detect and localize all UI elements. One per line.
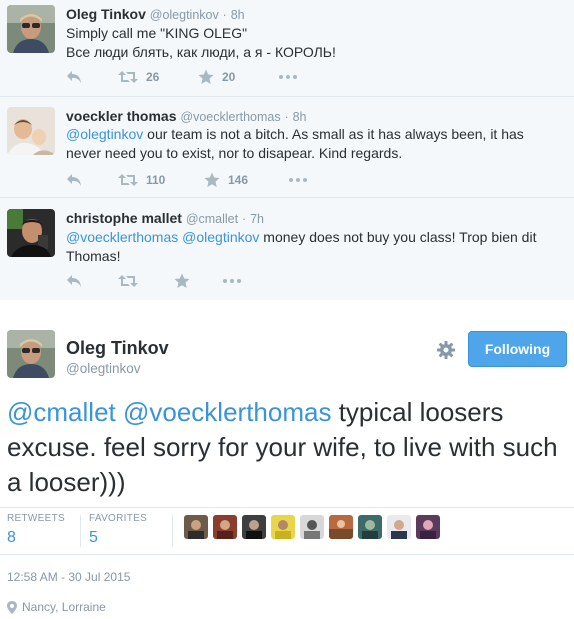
retweets-label: RETWEETS <box>7 513 65 524</box>
reply-button[interactable] <box>66 274 118 288</box>
following-button[interactable]: Following <box>468 331 567 367</box>
favorite-icon <box>174 273 190 288</box>
permalink-tweet: Oleg Tinkov @olegtinkov Following @cmall… <box>0 300 574 619</box>
separator-dot: · <box>222 8 227 22</box>
retweet-button[interactable]: 110 <box>118 173 204 187</box>
avatar[interactable] <box>242 515 266 539</box>
tweet-line: Все люди блять, как люди, а я - КОРОЛЬ! <box>66 44 336 60</box>
tweet-line: Simply call me "KING OLEG" <box>66 25 248 41</box>
tweet-time[interactable]: 8h <box>293 110 307 124</box>
favorites-label: FAVORITES <box>89 513 148 524</box>
more-icon <box>289 178 307 182</box>
thread-tweet-3[interactable]: christophe mallet @cmallet · 7h @voeckle… <box>0 198 574 300</box>
retweets-stat[interactable]: RETWEETS 8 <box>7 513 65 547</box>
favorite-icon <box>198 69 214 84</box>
location-label: Nancy, Lorraine <box>22 600 106 614</box>
tweet-text: @cmallet @voecklerthomas typical loosers… <box>7 395 567 500</box>
user-handle[interactable]: @cmallet <box>186 212 238 226</box>
mention-link[interactable]: @voecklerthomas <box>66 229 178 245</box>
mention-link[interactable]: @voecklerthomas <box>123 397 331 427</box>
retweets-count: 8 <box>7 529 16 546</box>
avatar[interactable] <box>7 330 55 378</box>
avatar[interactable] <box>271 515 295 539</box>
conversation-thread: Oleg Tinkov @olegtinkov · 8h Simply call… <box>0 0 574 300</box>
reply-icon <box>67 71 81 83</box>
retweet-button[interactable] <box>118 274 174 288</box>
retweet-button[interactable]: 26 <box>118 70 198 84</box>
separator-dot: · <box>284 110 289 124</box>
retweet-icon <box>118 71 138 83</box>
avatar[interactable] <box>329 515 353 539</box>
thread-tweet-2[interactable]: voeckler thomas @voecklerthomas · 8h @ol… <box>0 97 574 198</box>
location-pin-icon <box>7 600 17 614</box>
tweet-header: christophe mallet @cmallet · 7h <box>66 210 264 226</box>
avatar[interactable] <box>358 515 382 539</box>
tweet-stats: RETWEETS 8 FAVORITES 5 <box>0 507 574 555</box>
favorite-icon <box>204 172 220 187</box>
divider <box>0 554 574 555</box>
reply-button[interactable] <box>66 173 118 187</box>
thread-tweet-1[interactable]: Oleg Tinkov @olegtinkov · 8h Simply call… <box>0 0 574 97</box>
avatar[interactable] <box>184 515 208 539</box>
avatar[interactable] <box>300 515 324 539</box>
tweet-actions: 110 146 <box>66 170 308 190</box>
divider <box>172 515 173 547</box>
more-icon <box>279 75 297 79</box>
avatar[interactable] <box>416 515 440 539</box>
favorite-button[interactable]: 20 <box>198 69 278 85</box>
favoriter-avatars <box>184 515 440 539</box>
display-name[interactable]: voeckler thomas <box>66 108 177 124</box>
tweet-actions: 26 20 <box>66 67 298 87</box>
retweet-icon <box>118 174 138 186</box>
favorites-stat[interactable]: FAVORITES 5 <box>89 513 147 547</box>
more-button[interactable] <box>222 278 242 284</box>
retweet-icon <box>118 275 138 287</box>
user-handle[interactable]: @voecklerthomas <box>180 110 280 124</box>
favorite-count: 20 <box>222 70 236 84</box>
tweet-header: voeckler thomas @voecklerthomas · 8h <box>66 108 306 124</box>
favorite-count: 146 <box>228 173 249 187</box>
more-button[interactable] <box>278 74 298 80</box>
more-button[interactable] <box>288 177 308 183</box>
display-name[interactable]: Oleg Tinkov <box>66 338 169 359</box>
display-name[interactable]: christophe mallet <box>66 210 182 226</box>
favorite-button[interactable]: 146 <box>204 172 288 188</box>
favorite-button[interactable] <box>174 273 222 289</box>
gear-icon[interactable] <box>436 340 456 360</box>
reply-icon <box>67 275 81 287</box>
tweet-header: Oleg Tinkov @olegtinkov · 8h <box>66 6 245 22</box>
separator-dot: · <box>242 212 247 226</box>
tweet-time[interactable]: 8h <box>231 8 245 22</box>
avatar[interactable] <box>7 5 55 53</box>
tweet-text: @voecklerthomas @olegtinkov money does n… <box>66 228 546 266</box>
mention-link[interactable]: @olegtinkov <box>66 126 143 142</box>
user-handle[interactable]: @olegtinkov <box>66 361 141 376</box>
avatar[interactable] <box>7 107 55 155</box>
tweet-text: @olegtinkov our team is not a bitch. As … <box>66 125 546 163</box>
tweet-text: Simply call me "KING OLEG" Все люди блят… <box>66 24 546 62</box>
tweet-actions <box>66 271 242 291</box>
tweet-time[interactable]: 7h <box>250 212 264 226</box>
retweet-count: 26 <box>146 70 160 84</box>
divider <box>0 507 574 508</box>
mention-link[interactable]: @cmallet <box>7 397 116 427</box>
divider <box>80 515 81 547</box>
user-handle[interactable]: @olegtinkov <box>150 8 219 22</box>
retweet-count: 110 <box>146 173 166 187</box>
avatar[interactable] <box>7 209 55 257</box>
display-name[interactable]: Oleg Tinkov <box>66 6 146 22</box>
avatar[interactable] <box>213 515 237 539</box>
more-icon <box>223 279 241 283</box>
reply-icon <box>67 174 81 186</box>
favorites-count: 5 <box>89 529 98 546</box>
reply-button[interactable] <box>66 70 118 84</box>
tweet-location[interactable]: Nancy, Lorraine <box>7 600 106 614</box>
tweet-timestamp[interactable]: 12:58 AM - 30 Jul 2015 <box>7 570 130 584</box>
mention-link[interactable]: @olegtinkov <box>182 229 259 245</box>
avatar[interactable] <box>387 515 411 539</box>
